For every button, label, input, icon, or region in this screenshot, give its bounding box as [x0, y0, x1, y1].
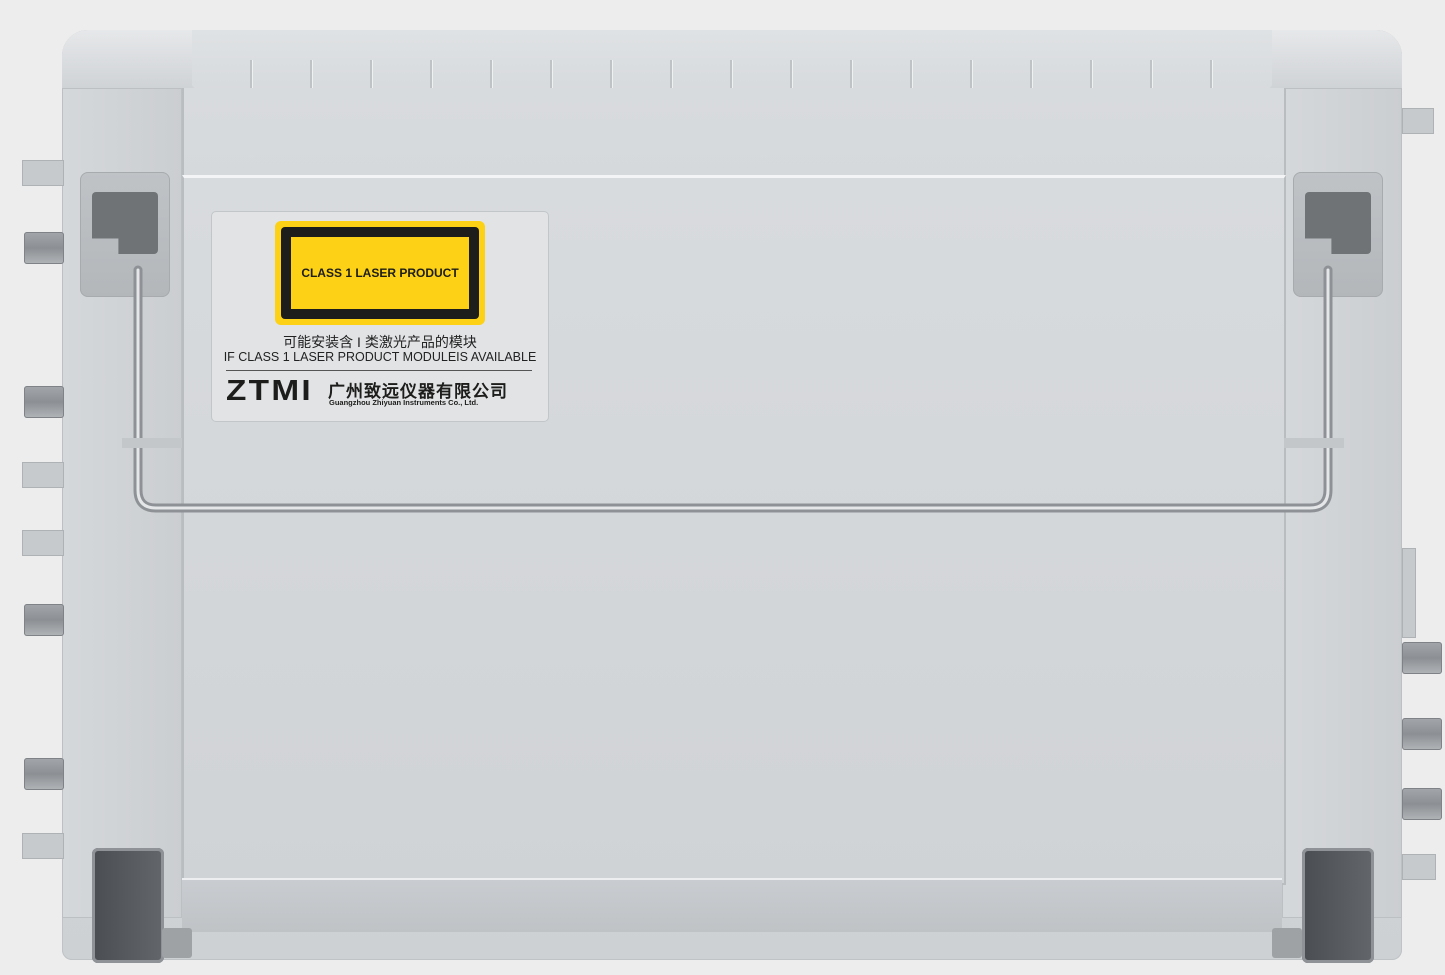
brand-logo: ZTMI	[226, 375, 314, 407]
label-divider	[226, 370, 532, 371]
foot-base	[162, 928, 192, 958]
left-foot	[92, 848, 164, 963]
company-name-en: Guangzhou Zhiyuan Instruments Co., Ltd.	[329, 398, 479, 407]
foot-base	[1272, 928, 1302, 958]
right-foot	[1302, 848, 1374, 963]
carry-handle[interactable]	[0, 0, 1445, 975]
warning-text: CLASS 1 LASER PRODUCT	[291, 237, 469, 309]
notice-en: IF CLASS 1 LASER PRODUCT MODULEIS AVAILA…	[223, 350, 537, 364]
laser-warning-label: CLASS 1 LASER PRODUCT 可能安装含 I 类激光产品的模块 I…	[211, 211, 549, 422]
notice-cn: 可能安装含 I 类激光产品的模块	[283, 334, 477, 350]
laser-warning-sign: CLASS 1 LASER PRODUCT	[275, 221, 485, 325]
